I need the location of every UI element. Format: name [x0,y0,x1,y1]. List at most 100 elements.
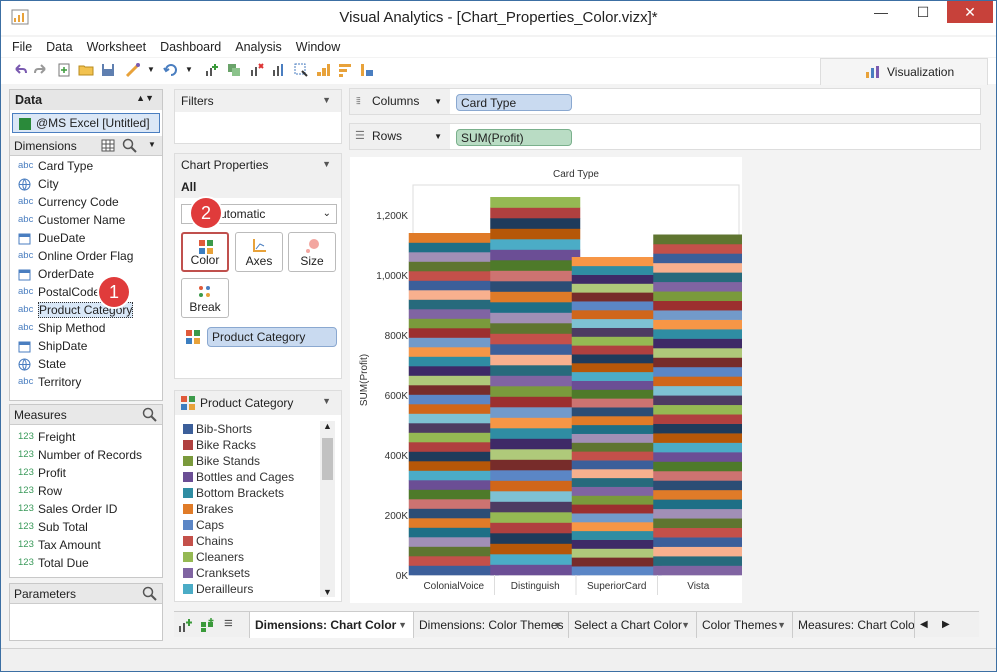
legend-item[interactable]: Derailleurs [175,581,341,597]
redo-icon[interactable] [33,62,49,78]
menu-data[interactable]: Data [39,37,79,57]
y-tick-label: 800K [385,331,409,342]
scroll-thumb[interactable] [322,438,333,480]
tab-select-a-chart-color[interactable]: Select a Chart Color ▼ [569,612,697,638]
legend-scrollbar[interactable]: ▲ ▼ [320,421,335,597]
dimension-item[interactable]: abc PostalCode [10,283,162,301]
axes-button[interactable]: Axes [235,232,283,272]
bar-segment [653,461,744,472]
color-field-pill[interactable]: Product Category [207,327,337,347]
chevron-down-icon[interactable]: ▼ [148,140,156,149]
visualization-button[interactable]: Visualization [820,58,988,85]
legend-item[interactable]: Cranksets [175,565,341,581]
measure-item[interactable]: 123 Number of Records [10,446,162,464]
dimension-item[interactable]: abc Currency Code [10,193,162,211]
data-source-item[interactable]: @MS Excel [Untitled] [12,113,160,133]
dimension-item[interactable]: abc Product Category [10,301,162,319]
sort-descending-icon[interactable] [337,62,353,78]
legend-item[interactable]: Bike Stands [175,453,341,469]
tab-scroll-right-icon[interactable]: ▶ [942,612,950,638]
swap-axes-icon[interactable] [271,62,287,78]
search-icon[interactable] [142,586,158,602]
tab-scroll-left-icon[interactable]: ◀ [920,612,928,638]
sheet-list-icon[interactable]: ≡ [224,615,233,632]
legend-item[interactable]: Caps [175,517,341,533]
tab-measures-chart-colors[interactable]: Measures: Chart Colors [793,612,915,638]
chevron-down-icon[interactable]: ▼ [434,124,442,149]
measure-item[interactable]: 123 Sub Total [10,518,162,536]
tab-color-themes[interactable]: Color Themes ▼ [697,612,793,638]
chevron-down-icon[interactable]: ▼ [147,65,155,74]
color-button[interactable]: Color [181,232,229,272]
close-button[interactable]: ✕ [947,1,993,23]
legend-swatch [183,456,193,466]
chevron-down-icon[interactable]: ▼ [185,65,193,74]
legend-item[interactable]: Bike Racks [175,437,341,453]
dimension-item[interactable]: State [10,355,162,373]
tab-dimensions-color-themes[interactable]: Dimensions: Color Themes ▼ [414,612,569,638]
measure-item[interactable]: 123 Total Due [10,554,162,572]
table-icon[interactable] [101,139,115,152]
menu-dashboard[interactable]: Dashboard [153,37,228,57]
dimension-item[interactable]: abc Territory [10,373,162,391]
measure-item[interactable]: 123 Sales Order ID [10,500,162,518]
menu-file[interactable]: File [5,37,39,57]
new-dashboard-icon[interactable] [200,618,216,633]
dimension-label: Customer Name [38,213,126,227]
add-sheet-icon[interactable] [204,62,220,78]
new-worksheet-icon[interactable] [178,618,194,633]
size-button[interactable]: Size [288,232,336,272]
select-icon[interactable] [293,62,309,78]
dimension-item[interactable]: abc Online Order Flag [10,247,162,265]
measure-item[interactable]: 123 Row [10,482,162,500]
bar-segment [571,530,662,540]
bar-segment [490,554,581,565]
clear-sheet-icon[interactable] [249,62,265,78]
columns-pill[interactable]: Card Type [456,94,572,111]
break-button[interactable]: Break [181,278,229,318]
dimension-item[interactable]: abc Card Type [10,157,162,175]
open-folder-icon[interactable] [78,62,94,78]
new-sheet-icon[interactable] [56,62,72,78]
chevron-down-icon[interactable]: ▼ [322,396,331,406]
undo-icon[interactable] [12,62,28,78]
legend-item[interactable]: Bottom Brackets [175,485,341,501]
search-icon[interactable] [142,407,158,423]
chevron-down-icon[interactable]: ▼ [322,159,331,169]
dimension-item[interactable]: OrderDate [10,265,162,283]
maximize-button[interactable]: ☐ [903,1,943,23]
dimension-item[interactable]: abc Customer Name [10,211,162,229]
measure-item[interactable]: 123 Tax Amount [10,536,162,554]
duplicate-sheet-icon[interactable] [226,62,242,78]
chevron-down-icon[interactable]: ▼ [322,95,331,105]
search-icon[interactable] [122,138,138,154]
bar-segment [571,486,662,496]
tab-dimensions-chart-color[interactable]: Dimensions: Chart Color ▼ [249,612,414,638]
menu-worksheet[interactable]: Worksheet [80,37,154,57]
data-source-icon[interactable] [125,62,141,78]
minimize-button[interactable]: — [861,1,901,23]
rows-pill[interactable]: SUM(Profit) [456,129,572,146]
dimension-item[interactable]: ShipDate [10,337,162,355]
legend-item[interactable]: Bottles and Cages [175,469,341,485]
refresh-icon[interactable] [163,62,179,78]
menu-analysis[interactable]: Analysis [228,37,289,57]
legend-item[interactable]: Chains [175,533,341,549]
sort-ascending-icon[interactable] [315,62,331,78]
scroll-down-icon[interactable]: ▼ [320,587,335,597]
chevron-down-icon[interactable]: ▼ [434,89,442,114]
dimension-item[interactable]: DueDate [10,229,162,247]
legend-item[interactable]: Bib-Shorts [175,421,341,437]
scroll-up-icon[interactable]: ▲ [320,421,335,431]
dimension-item[interactable]: abc Ship Method [10,319,162,337]
legend-item[interactable]: Brakes [175,501,341,517]
show-me-icon[interactable] [359,62,375,78]
dimension-item[interactable]: City [10,175,162,193]
menu-window[interactable]: Window [289,37,347,57]
measure-item[interactable]: 123 Freight [10,428,162,446]
measure-item[interactable]: 123 Profit [10,464,162,482]
scope-all[interactable]: All [175,176,341,198]
save-icon[interactable] [100,62,116,78]
legend-item[interactable]: Cleaners [175,549,341,565]
collapse-icon[interactable]: ▲▼ [136,93,154,103]
